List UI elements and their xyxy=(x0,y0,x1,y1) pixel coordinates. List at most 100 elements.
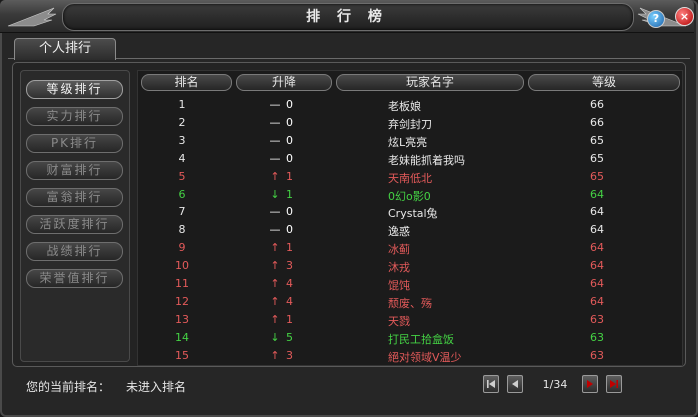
no-change-icon: — xyxy=(269,151,281,165)
level-cell: 65 xyxy=(590,151,604,165)
arrow-down-icon: ↓ xyxy=(270,187,280,201)
table-row[interactable]: 14 ↓ 5 打民工拾盒饭 63 xyxy=(140,329,680,347)
table-row[interactable]: 9 ↑ 1 冰蓟 64 xyxy=(140,239,680,257)
arrow-down-icon: ↓ xyxy=(270,330,280,344)
rank-change-cell: 0 xyxy=(286,115,293,129)
table-row[interactable]: 4—0 老妹能抓着我吗 65 xyxy=(140,150,680,168)
table-row[interactable]: 1—0 老板娘 66 xyxy=(140,96,680,114)
last-page-icon xyxy=(610,380,618,388)
window-title: 排 行 榜 xyxy=(306,9,388,25)
next-page-button[interactable] xyxy=(582,375,598,393)
level-cell: 65 xyxy=(590,133,604,147)
rank-cell: 5 xyxy=(178,169,186,183)
header-rank[interactable]: 排名 xyxy=(141,74,232,91)
tab-personal-ranking[interactable]: 个人排行 xyxy=(14,38,116,60)
close-button[interactable]: × xyxy=(675,7,694,26)
rank-change-cell: 0 xyxy=(286,98,293,111)
rank-change-cell: 5 xyxy=(286,330,293,344)
level-cell: 64 xyxy=(590,205,604,219)
rank-cell: 10 xyxy=(175,259,189,273)
rank-cell: 7 xyxy=(178,205,186,219)
rank-change-cell: 0 xyxy=(286,151,293,165)
level-cell: 63 xyxy=(590,330,604,344)
table-row[interactable]: 15 ↑ 3 絕对领域V温少 63 xyxy=(140,347,680,365)
header-level[interactable]: 等级 xyxy=(528,74,680,91)
rank-cell: 8 xyxy=(178,223,186,237)
rank-change-cell: 3 xyxy=(286,348,293,362)
arrow-up-icon: ↑ xyxy=(270,169,280,183)
no-change-icon: — xyxy=(269,223,281,237)
table-row[interactable]: 11 ↑ 4 馄饨 64 xyxy=(140,275,680,293)
current-rank-label: 您的当前排名： xyxy=(26,380,111,394)
category-button[interactable]: PK排行 xyxy=(26,134,123,153)
rank-change-cell: 0 xyxy=(286,205,293,219)
arrow-up-icon: ↑ xyxy=(270,277,280,290)
header-player-name[interactable]: 玩家名字 xyxy=(336,74,524,91)
level-cell: 64 xyxy=(590,241,604,255)
rank-change-cell: 0 xyxy=(286,223,293,237)
rank-cell: 9 xyxy=(178,241,186,255)
rank-change-cell: 0 xyxy=(286,133,293,147)
no-change-icon: — xyxy=(269,205,281,219)
rank-cell: 2 xyxy=(178,115,186,129)
table-row[interactable]: 12 ↑ 4 颓废、殇 64 xyxy=(140,293,680,311)
header-change[interactable]: 升降 xyxy=(236,74,332,91)
no-change-icon: — xyxy=(269,98,281,111)
table-row[interactable]: 7—0 Crystal兔 64 xyxy=(140,203,680,221)
rank-cell: 13 xyxy=(175,312,189,326)
level-cell: 64 xyxy=(590,294,604,308)
no-change-icon: — xyxy=(269,133,281,147)
level-cell: 64 xyxy=(590,187,604,201)
level-cell: 66 xyxy=(590,98,604,111)
rank-change-cell: 3 xyxy=(286,259,293,273)
table-row[interactable]: 13 ↑ 1 天戮 63 xyxy=(140,311,680,329)
rank-change-cell: 4 xyxy=(286,277,293,290)
table-row[interactable]: 8—0 逸惑 64 xyxy=(140,221,680,239)
level-cell: 65 xyxy=(590,169,604,183)
last-page-button[interactable] xyxy=(606,375,622,393)
table-row[interactable]: 3—0 炫L亮亮 65 xyxy=(140,132,680,150)
arrow-up-icon: ↑ xyxy=(270,312,280,326)
prev-page-icon xyxy=(512,380,518,388)
rank-cell: 1 xyxy=(178,98,186,111)
next-page-icon xyxy=(587,380,593,388)
rank-cell: 4 xyxy=(178,151,186,165)
category-button[interactable]: 战绩排行 xyxy=(26,242,123,261)
page-indicator: 1/34 xyxy=(542,378,568,391)
category-button[interactable]: 富翁排行 xyxy=(26,188,123,207)
no-change-icon: — xyxy=(269,115,281,129)
first-page-button[interactable] xyxy=(483,375,499,393)
rank-cell: 14 xyxy=(175,330,189,344)
category-button[interactable]: 实力排行 xyxy=(26,107,123,126)
table-row[interactable]: 2—0 弃剑封刀 66 xyxy=(140,114,680,132)
level-cell: 66 xyxy=(590,115,604,129)
table-row[interactable]: 10 ↑ 3 沐戎 64 xyxy=(140,257,680,275)
category-button[interactable]: 活跃度排行 xyxy=(26,215,123,234)
category-button[interactable]: 等级排行 xyxy=(26,80,123,99)
rank-cell: 6 xyxy=(178,187,186,201)
rank-cell: 15 xyxy=(175,348,189,362)
arrow-up-icon: ↑ xyxy=(270,348,280,362)
level-cell: 64 xyxy=(590,277,604,290)
first-page-icon xyxy=(487,380,495,388)
category-button[interactable]: 财富排行 xyxy=(26,161,123,180)
rank-cell: 12 xyxy=(175,294,189,308)
level-cell: 64 xyxy=(590,259,604,273)
help-button[interactable]: ? xyxy=(647,10,665,28)
arrow-up-icon: ↑ xyxy=(270,294,280,308)
arrow-up-icon: ↑ xyxy=(270,241,280,255)
table-row[interactable]: 5 ↑ 1 天南低北 65 xyxy=(140,168,680,186)
rank-change-cell: 4 xyxy=(286,294,293,308)
level-cell: 63 xyxy=(590,312,604,326)
rank-cell: 11 xyxy=(175,277,189,290)
level-cell: 64 xyxy=(590,223,604,237)
title-bar[interactable]: 排 行 榜 ? × xyxy=(0,0,694,33)
table-row[interactable]: 6 ↓ 1 0幻o影0 64 xyxy=(140,186,680,204)
prev-page-button[interactable] xyxy=(507,375,523,393)
rank-change-cell: 1 xyxy=(286,169,293,183)
rank-change-cell: 1 xyxy=(286,241,293,255)
category-button[interactable]: 荣誉值排行 xyxy=(26,269,123,288)
rank-change-cell: 1 xyxy=(286,312,293,326)
rank-change-cell: 1 xyxy=(286,187,293,201)
rank-cell: 3 xyxy=(178,133,186,147)
